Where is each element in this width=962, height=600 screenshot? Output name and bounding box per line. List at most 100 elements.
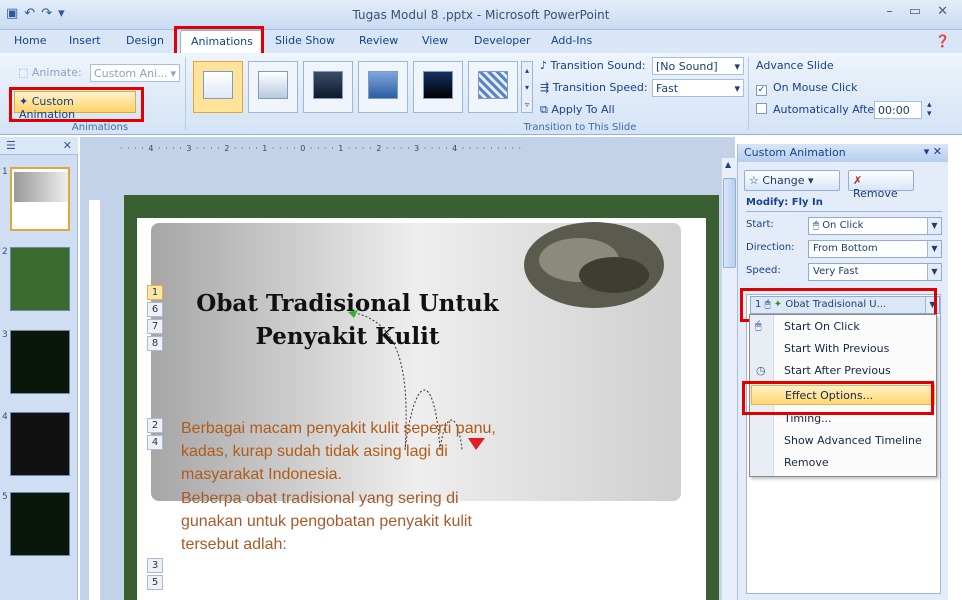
- horizontal-ruler: · · · · 4 · · · · 3 · · · · 2 · · · · 1 …: [120, 144, 523, 153]
- direction-label: Direction:: [746, 242, 795, 253]
- restore-button[interactable]: ▭: [909, 4, 921, 19]
- animation-tag[interactable]: 7: [147, 319, 163, 334]
- slides-panel: ☰ ✕ 1 2 3 4 5: [0, 137, 78, 600]
- tab-animations[interactable]: Animations: [180, 30, 264, 54]
- spin-button[interactable]: ▴ ▾: [927, 101, 932, 119]
- animations-group-label: Animations: [71, 122, 129, 133]
- animation-tag[interactable]: 4: [147, 435, 163, 450]
- direction-dropdown[interactable]: From Bottom ▼: [808, 240, 942, 258]
- custom-animation-icon: ✦: [19, 95, 29, 108]
- chevron-down-icon: ▾: [734, 60, 740, 73]
- chevron-down-icon: ▾: [734, 82, 740, 95]
- chevron-down-icon: ▼: [927, 241, 941, 257]
- transition-cut-black[interactable]: [413, 61, 463, 113]
- slide-thumbnail-4[interactable]: [10, 412, 70, 476]
- tab-view[interactable]: View: [422, 34, 448, 47]
- automatically-after-checkbox[interactable]: Automatically After:: [756, 103, 882, 116]
- animation-tag[interactable]: 1: [147, 285, 163, 300]
- animation-tag[interactable]: 6: [147, 302, 163, 317]
- slides-tab-icon[interactable]: ☰: [6, 139, 16, 152]
- chevron-down-icon: ▾: [808, 174, 814, 187]
- slide-number: 3: [2, 330, 8, 340]
- slide-thumbnail-2[interactable]: [10, 247, 70, 311]
- chevron-down-icon[interactable]: ▼: [925, 297, 939, 313]
- mouse-icon: 🖱: [755, 319, 762, 332]
- speed-icon: ⇶: [540, 81, 550, 94]
- slide-number: 5: [2, 492, 8, 502]
- clock-icon: ◷: [756, 364, 766, 377]
- transition-none[interactable]: [193, 61, 243, 113]
- start-dropdown[interactable]: 🖱 On Click ▼: [808, 217, 942, 235]
- slide-number: 4: [2, 412, 8, 422]
- tab-design[interactable]: Design: [126, 34, 164, 47]
- sound-icon: ♪: [540, 59, 548, 72]
- apply-all-icon: ⧉: [540, 103, 548, 116]
- animation-tag[interactable]: 2: [147, 418, 163, 433]
- pane-menu-icon[interactable]: ▾: [924, 145, 930, 158]
- animation-list-item[interactable]: 1 🖱 ✦ Obat Tradisional U... ▼: [750, 296, 940, 314]
- remove-effect-button[interactable]: ✗ Remove: [848, 170, 914, 200]
- tab-add-ins[interactable]: Add-Ins: [551, 34, 592, 47]
- speed-label: Speed:: [746, 265, 781, 276]
- menu-show-advanced-timeline[interactable]: Show Advanced Timeline: [784, 434, 922, 447]
- fly-in-icon: ✦: [773, 299, 783, 310]
- animation-tag[interactable]: 3: [147, 558, 163, 573]
- window-title: Tugas Modul 8 .pptx - Microsoft PowerPoi…: [352, 8, 610, 22]
- transition-cut[interactable]: [358, 61, 408, 113]
- slide-thumbnail-5[interactable]: [10, 492, 70, 556]
- chevron-down-icon: ▼: [927, 218, 941, 234]
- menu-start-after-previous[interactable]: Start After Previous: [784, 364, 891, 377]
- transition-dissolve[interactable]: [468, 61, 518, 113]
- slide-thumbnail-1[interactable]: [10, 167, 70, 231]
- change-effect-button[interactable]: ☆ Change ▾: [744, 170, 840, 191]
- scroll-up-icon[interactable]: ▲: [725, 160, 731, 169]
- start-label: Start:: [746, 219, 774, 230]
- close-pane-icon[interactable]: ✕: [933, 145, 942, 158]
- slide-thumbnail-3[interactable]: [10, 330, 70, 394]
- close-panel-icon[interactable]: ✕: [63, 139, 72, 152]
- body-text-paragraph-2[interactable]: Beberpa obat tradisional yang sering di …: [181, 487, 561, 556]
- speed-dropdown[interactable]: Very Fast ▼: [808, 263, 942, 281]
- transition-fade-black[interactable]: [303, 61, 353, 113]
- tab-review[interactable]: Review: [359, 34, 398, 47]
- tab-slide-show[interactable]: Slide Show: [275, 34, 335, 47]
- pane-title: Custom Animation: [744, 146, 846, 159]
- animate-dropdown[interactable]: Custom Ani... ▾: [90, 64, 180, 82]
- on-mouse-click-checkbox[interactable]: ✓ On Mouse Click: [756, 81, 858, 96]
- help-icon[interactable]: ❓: [935, 34, 950, 48]
- body-text-paragraph-1[interactable]: Berbagai macam penyakit kulit seperti pa…: [181, 417, 561, 486]
- tab-insert[interactable]: Insert: [69, 34, 101, 47]
- menu-start-with-previous[interactable]: Start With Previous: [784, 342, 889, 355]
- pane-header: Custom Animation ▾ ✕: [738, 144, 948, 162]
- animation-tag[interactable]: 5: [147, 575, 163, 590]
- remove-icon: ✗: [853, 174, 863, 187]
- slide-photo[interactable]: [519, 215, 669, 315]
- menu-start-on-click[interactable]: Start On Click: [784, 320, 860, 333]
- menu-remove[interactable]: Remove: [784, 456, 829, 469]
- group-separator: [748, 57, 749, 130]
- transition-gallery-scroll[interactable]: ▴ ▾ ▿: [521, 61, 533, 113]
- vertical-ruler: [89, 200, 101, 600]
- advance-slide-label: Advance Slide: [756, 59, 834, 72]
- transition-speed-label: ⇶ Transition Speed:: [540, 81, 648, 94]
- star-icon: ☆: [749, 174, 759, 187]
- tab-home[interactable]: Home: [14, 34, 46, 47]
- ribbon-tabs: Home Insert Design Animations Slide Show…: [0, 30, 962, 54]
- menu-effect-options[interactable]: Effect Options...: [751, 385, 935, 405]
- transition-sound-dropdown[interactable]: [No Sound] ▾: [652, 57, 744, 75]
- vertical-scrollbar[interactable]: ▲: [721, 158, 737, 600]
- menu-timing[interactable]: Timing...: [784, 412, 832, 425]
- transition-fade-smooth[interactable]: [248, 61, 298, 113]
- panel-tabs: ☰ ✕: [0, 137, 78, 155]
- modify-label: Modify: Fly In: [746, 197, 823, 208]
- tab-developer[interactable]: Developer: [474, 34, 531, 47]
- minimize-button[interactable]: –: [886, 4, 893, 19]
- transition-speed-dropdown[interactable]: Fast ▾: [652, 79, 744, 97]
- close-button[interactable]: ✕: [937, 4, 948, 19]
- apply-to-all-button[interactable]: ⧉ Apply To All: [540, 103, 615, 117]
- custom-animation-button[interactable]: ✦ Custom Animation: [14, 91, 136, 121]
- window-controls: – ▭ ✕: [886, 4, 948, 19]
- scroll-thumb[interactable]: [723, 178, 736, 268]
- animation-tag[interactable]: 8: [147, 336, 163, 351]
- automatically-after-field[interactable]: 00:00: [874, 101, 922, 119]
